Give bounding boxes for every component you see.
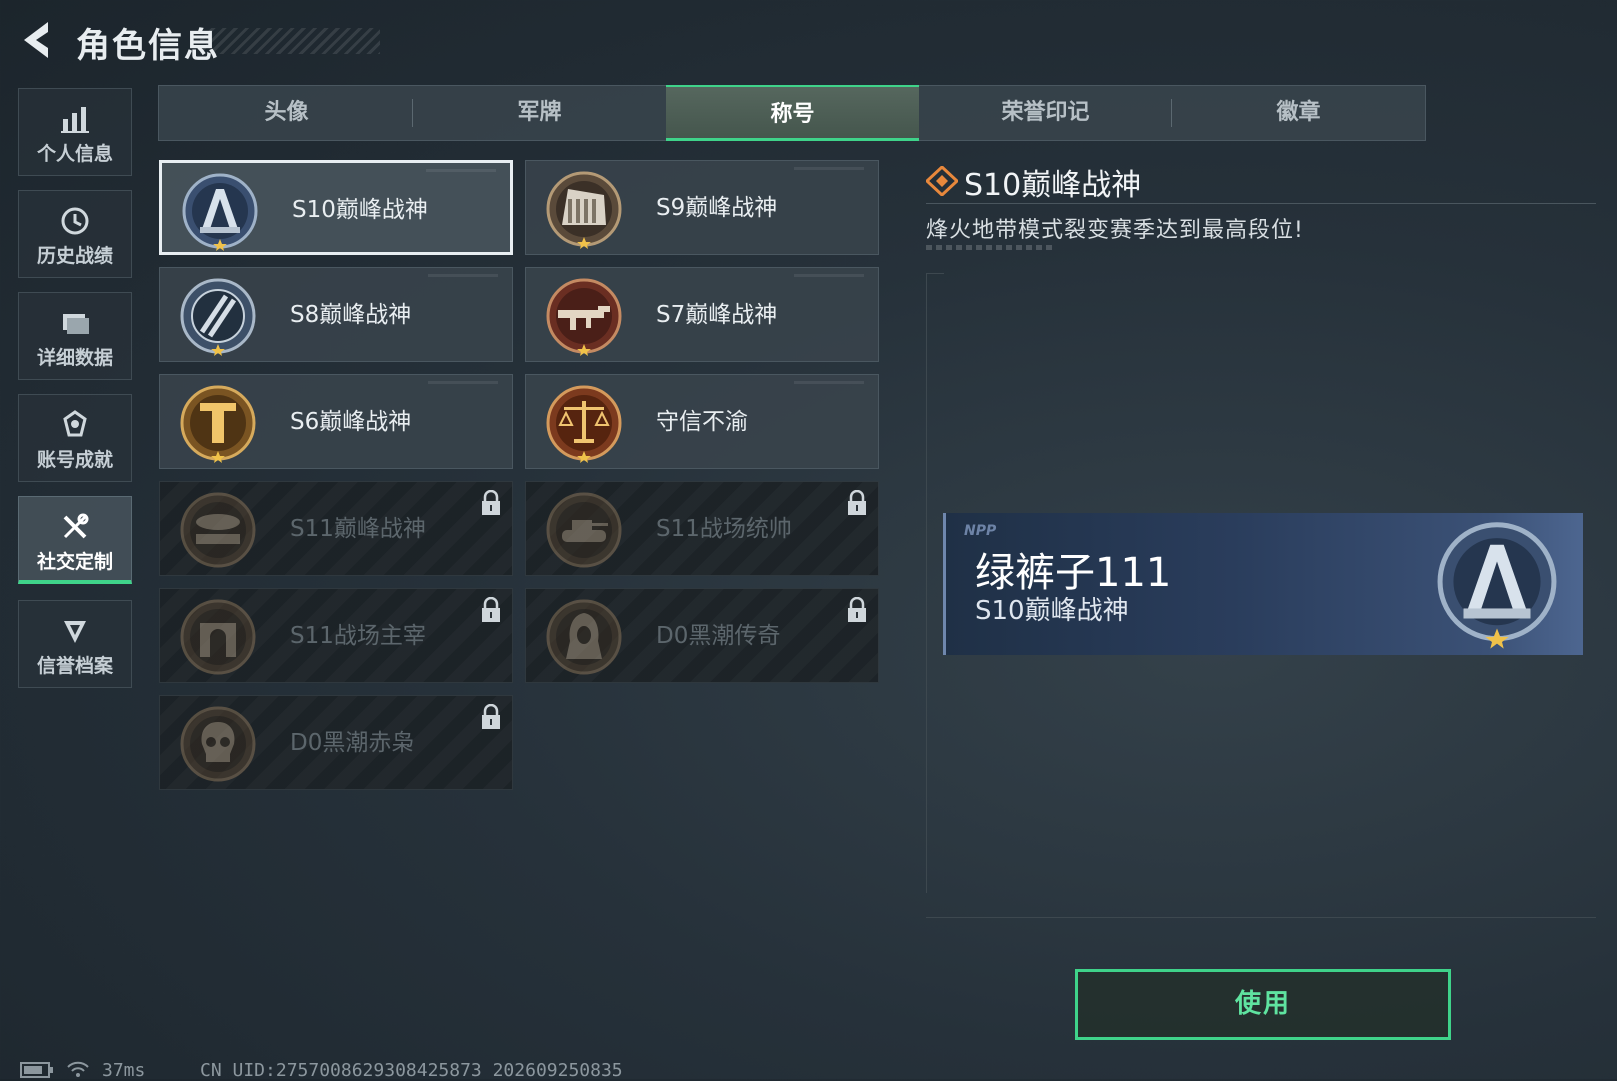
sidebar-item-label: 历史战绩 — [36, 245, 113, 267]
sidebar-item-label: 信誉档案 — [36, 655, 113, 677]
lock-icon — [848, 490, 866, 515]
lock-icon — [482, 597, 500, 622]
detail-title: S10巅峰战神 — [964, 168, 1142, 203]
tools-icon — [63, 513, 89, 539]
title-card-label: S10巅峰战神 — [292, 197, 428, 223]
sidebar-item-reputation[interactable]: 信誉档案 — [18, 600, 132, 688]
title-card[interactable]: S10巅峰战神 — [159, 160, 513, 255]
title-card-label: D0黑潮赤枭 — [290, 730, 415, 756]
banner-logo: NPP — [964, 523, 997, 539]
achievement-icon — [63, 410, 87, 437]
bar-chart-icon — [61, 107, 89, 133]
page-title: 角色信息 — [76, 26, 220, 66]
frame-corner — [926, 273, 944, 274]
decoration-dots — [926, 245, 1056, 250]
title-card-label: S11战场统帅 — [656, 516, 792, 542]
card-decoration — [794, 167, 864, 170]
use-button[interactable]: 使用 — [1075, 969, 1451, 1040]
mountain-emblem-icon — [1437, 522, 1557, 649]
detail-description: 烽火地带模式裂变赛季达到最高段位! — [926, 218, 1304, 243]
divider — [926, 203, 1596, 204]
title-card-label: S6巅峰战神 — [290, 409, 412, 435]
wifi-icon — [67, 1061, 89, 1077]
title-card[interactable]: S6巅峰战神 — [159, 374, 513, 469]
card-decoration — [428, 274, 498, 277]
title-card-label: S11巅峰战神 — [290, 516, 426, 542]
lock-icon — [848, 597, 866, 622]
sidebar-item-details[interactable]: 详细数据 — [18, 292, 132, 380]
ping-readout: 37ms — [102, 1060, 146, 1081]
title-card-label: D0黑潮传奇 — [656, 623, 781, 649]
frame-line — [926, 273, 927, 893]
title-card-label: 守信不渝 — [656, 409, 748, 435]
sidebar-item-label: 详细数据 — [36, 347, 113, 369]
frame-line — [926, 917, 1596, 918]
lock-icon — [482, 704, 500, 729]
sidebar-item-label: 社交定制 — [36, 551, 113, 573]
title-card-label: S11战场主宰 — [290, 623, 426, 649]
stripes-emblem-icon — [180, 278, 256, 356]
title-card-locked[interactable]: D0黑潮传奇 — [525, 588, 879, 683]
battery-icon — [20, 1062, 53, 1078]
t-shield-emblem-icon — [180, 385, 256, 463]
title-card-label: S7巅峰战神 — [656, 302, 778, 328]
airship-emblem-icon — [180, 492, 256, 568]
skull-emblem-icon — [180, 706, 256, 782]
shield-icon — [64, 621, 86, 643]
title-card[interactable]: S7巅峰战神 — [525, 267, 879, 362]
title-card[interactable]: S9巅峰战神 — [525, 160, 879, 255]
sidebar-item-label: 账号成就 — [36, 449, 113, 471]
mountain-emblem-icon — [182, 173, 258, 251]
back-arrow-icon[interactable] — [18, 18, 58, 62]
card-decoration — [426, 169, 496, 172]
title-card-label: S9巅峰战神 — [656, 195, 778, 221]
card-decoration — [428, 381, 498, 384]
sidebar-item-profile[interactable]: 个人信息 — [18, 88, 132, 176]
card-decoration — [794, 381, 864, 384]
arch-emblem-icon — [180, 599, 256, 675]
title-decoration — [200, 28, 380, 54]
title-card-locked[interactable]: S11巅峰战神 — [159, 481, 513, 576]
tab-avatar[interactable]: 头像 — [160, 85, 413, 141]
sidebar-item-history[interactable]: 历史战绩 — [18, 190, 132, 278]
title-card-locked[interactable]: S11战场统帅 — [525, 481, 879, 576]
title-card-locked[interactable]: D0黑潮赤枭 — [159, 695, 513, 790]
title-card[interactable]: S8巅峰战神 — [159, 267, 513, 362]
tab-dogtag[interactable]: 军牌 — [413, 85, 666, 141]
hooded-figure-emblem-icon — [546, 599, 622, 675]
tank-emblem-icon — [546, 492, 622, 568]
history-clock-icon — [61, 207, 89, 235]
lock-icon — [482, 490, 500, 515]
rifle-emblem-icon — [546, 278, 622, 356]
preview-title: S10巅峰战神 — [975, 596, 1129, 626]
uid-readout: CN UID:2757008629308425873 202609250835 — [200, 1060, 623, 1081]
tab-honor-mark[interactable]: 荣誉印记 — [919, 85, 1172, 141]
diamond-icon — [926, 166, 958, 196]
sidebar-item-achievements[interactable]: 账号成就 — [18, 394, 132, 482]
sidebar-item-label: 个人信息 — [36, 143, 113, 165]
tab-badge[interactable]: 徽章 — [1172, 85, 1425, 141]
dam-emblem-icon — [546, 171, 622, 249]
tab-title[interactable]: 称号 — [666, 85, 919, 141]
folder-icon — [63, 314, 89, 334]
sidebar-item-social[interactable]: 社交定制 — [18, 496, 132, 584]
card-decoration — [794, 274, 864, 277]
scales-emblem-icon — [546, 385, 622, 463]
title-card-label: S8巅峰战神 — [290, 302, 412, 328]
title-card-locked[interactable]: S11战场主宰 — [159, 588, 513, 683]
title-card[interactable]: 守信不渝 — [525, 374, 879, 469]
